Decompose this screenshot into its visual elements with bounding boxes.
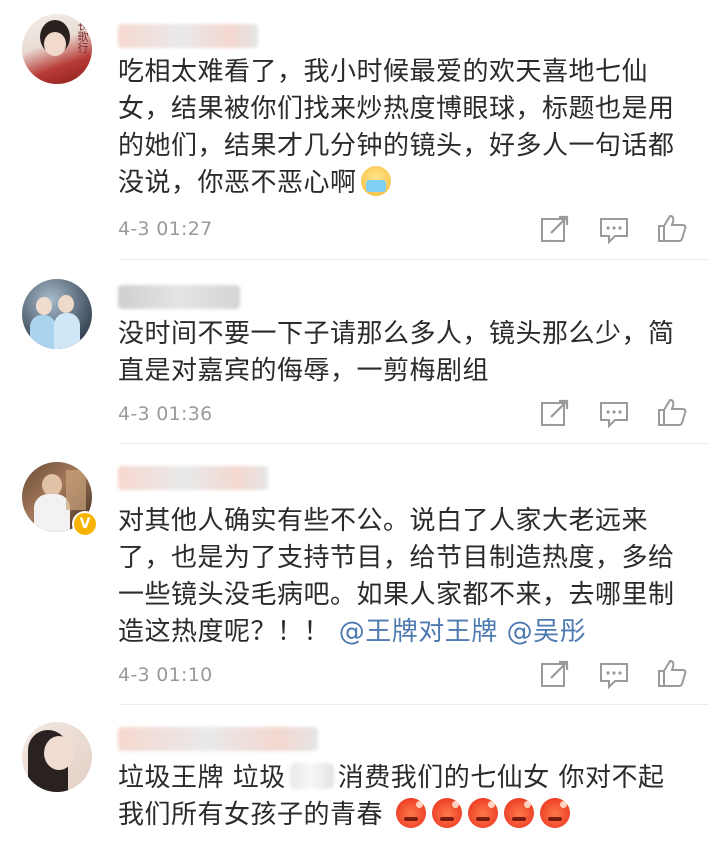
blurred-word: [289, 763, 334, 789]
angry-emoji-icon: [539, 798, 570, 828]
repost-icon[interactable]: [539, 660, 571, 690]
avatar[interactable]: [22, 722, 92, 792]
comment-text: 没时间不要一下子请那么多人，镜头那么少，简直是对嘉宾的侮辱，一剪梅剧组: [118, 319, 675, 386]
comment-icon[interactable]: [598, 660, 630, 690]
thumbs-up-icon[interactable]: [656, 213, 688, 243]
username-blurred[interactable]: [118, 466, 268, 490]
username-blurred[interactable]: [118, 727, 318, 751]
comment-timestamp: 4-3 01:36: [118, 403, 213, 425]
comment-icon[interactable]: [598, 399, 630, 429]
angry-emoji-icon: [503, 798, 534, 828]
username-blurred[interactable]: [118, 24, 258, 48]
comment-timestamp: 4-3 01:27: [118, 218, 213, 240]
avatar[interactable]: 长歌行: [22, 14, 92, 84]
angry-emoji-icon: [467, 798, 498, 828]
username-blurred[interactable]: [118, 285, 240, 309]
avatar[interactable]: [22, 279, 92, 349]
divider: [120, 443, 708, 444]
comment-timestamp: 4-3 01:10: [118, 664, 213, 686]
verified-badge: V: [72, 511, 98, 537]
comment-text: 垃圾王牌 垃圾 消费我们的七仙女 你对不起我们所有女孩子的青春: [118, 763, 665, 830]
angry-emoji-icon: [395, 798, 426, 828]
repost-icon[interactable]: [539, 215, 571, 245]
crying-emoji-icon: [360, 166, 391, 196]
angry-emoji-icon: [431, 798, 462, 828]
divider: [120, 259, 708, 260]
mention-link[interactable]: @吴彤: [507, 617, 587, 647]
thumbs-up-icon[interactable]: [656, 658, 688, 688]
comment-text: 吃相太难看了，我小时候最爱的欢天喜地七仙女，结果被你们找来炒热度博眼球，标题也是…: [118, 57, 675, 198]
thumbs-up-icon[interactable]: [656, 397, 688, 427]
comment-text: 对其他人确实有些不公。说白了人家大老远来了，也是为了支持节目，给节目制造热度，多…: [118, 506, 675, 647]
comment-icon[interactable]: [598, 215, 630, 245]
divider: [120, 704, 708, 705]
repost-icon[interactable]: [539, 399, 571, 429]
mention-link[interactable]: @王牌对王牌: [339, 617, 498, 647]
avatar-caption: 长歌行: [76, 20, 89, 53]
